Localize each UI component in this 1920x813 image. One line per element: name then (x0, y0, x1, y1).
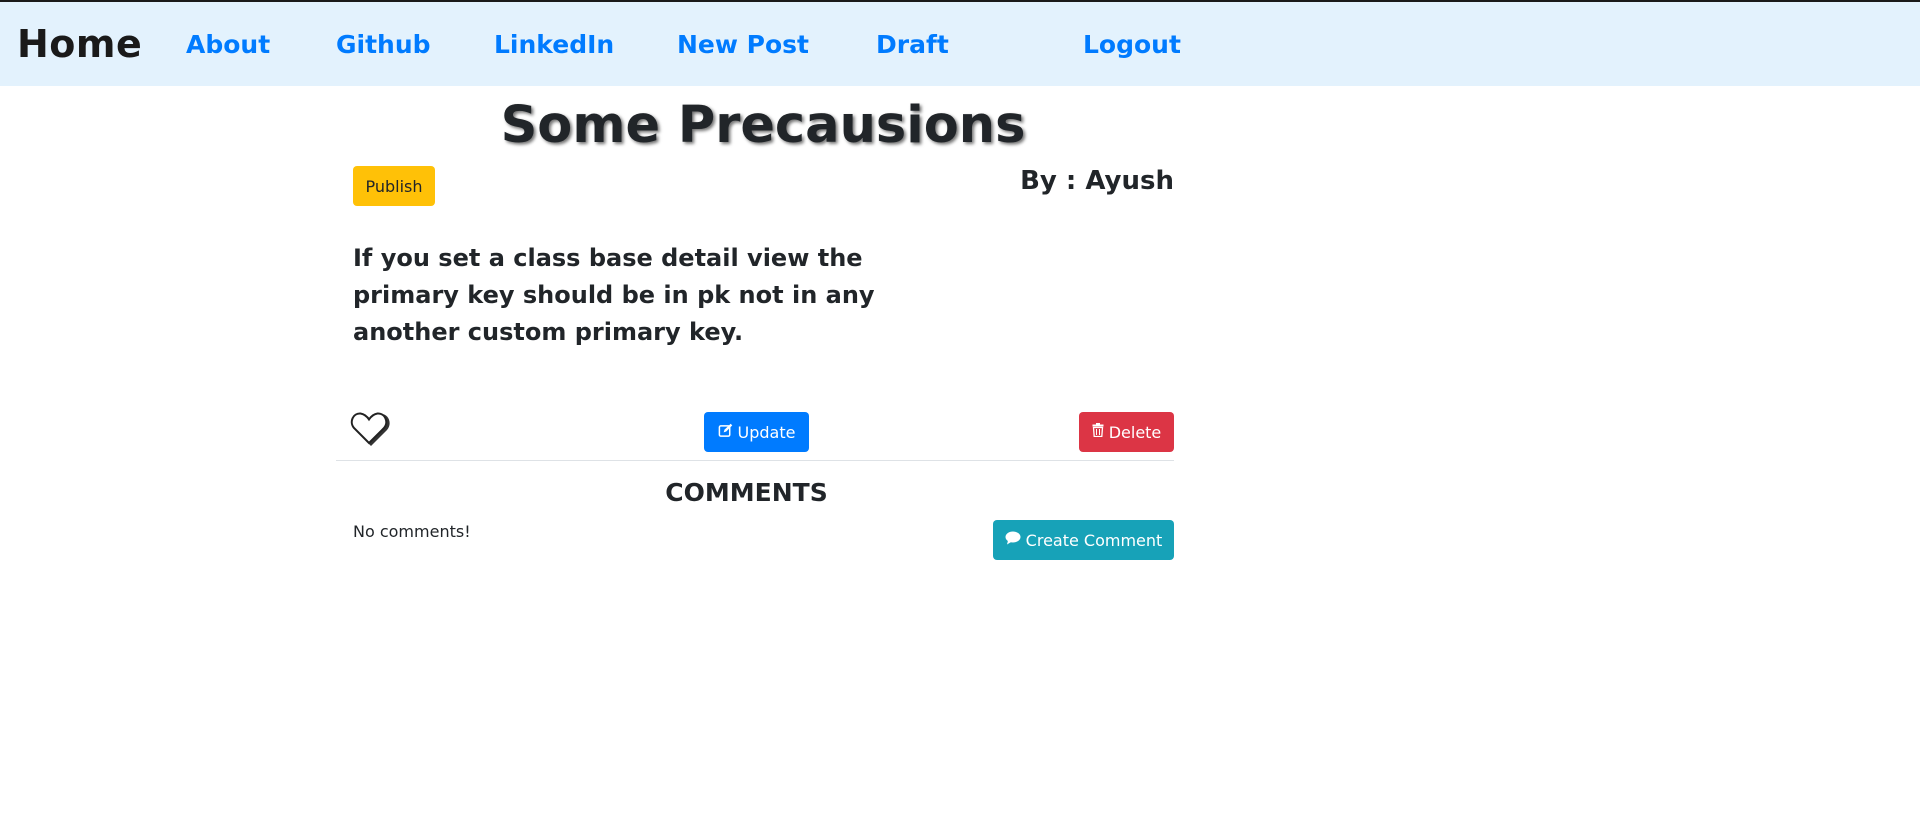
section-divider (336, 460, 1174, 461)
heart-icon[interactable] (350, 410, 390, 448)
nav-link-about[interactable]: About (186, 30, 270, 59)
post-author: By : Ayush (1020, 166, 1174, 196)
trash-icon (1092, 423, 1104, 441)
post-body: If you set a class base detail view the … (353, 244, 875, 346)
update-button-label: Update (737, 422, 796, 442)
delete-button[interactable]: Delete (1079, 412, 1174, 452)
edit-icon (718, 423, 733, 442)
comments-heading: COMMENTS (665, 478, 828, 507)
navbar: Home About Github LinkedIn New Post Draf… (0, 2, 1920, 86)
post-title: Some Precausions (500, 96, 1026, 155)
nav-link-linkedin[interactable]: LinkedIn (494, 30, 614, 59)
nav-home-brand[interactable]: Home (17, 22, 142, 66)
create-comment-button[interactable]: Create Comment (993, 520, 1174, 560)
create-comment-label: Create Comment (1025, 530, 1163, 550)
delete-button-label: Delete (1108, 422, 1162, 442)
nav-link-github[interactable]: Github (336, 30, 431, 59)
publish-button[interactable]: Publish (353, 166, 435, 206)
nav-link-new-post[interactable]: New Post (677, 30, 809, 59)
comment-icon (1005, 531, 1021, 549)
nav-link-draft[interactable]: Draft (876, 30, 949, 59)
update-button[interactable]: Update (704, 412, 809, 452)
nav-link-logout[interactable]: Logout (1083, 30, 1181, 59)
no-comments-text: No comments! (353, 522, 471, 541)
